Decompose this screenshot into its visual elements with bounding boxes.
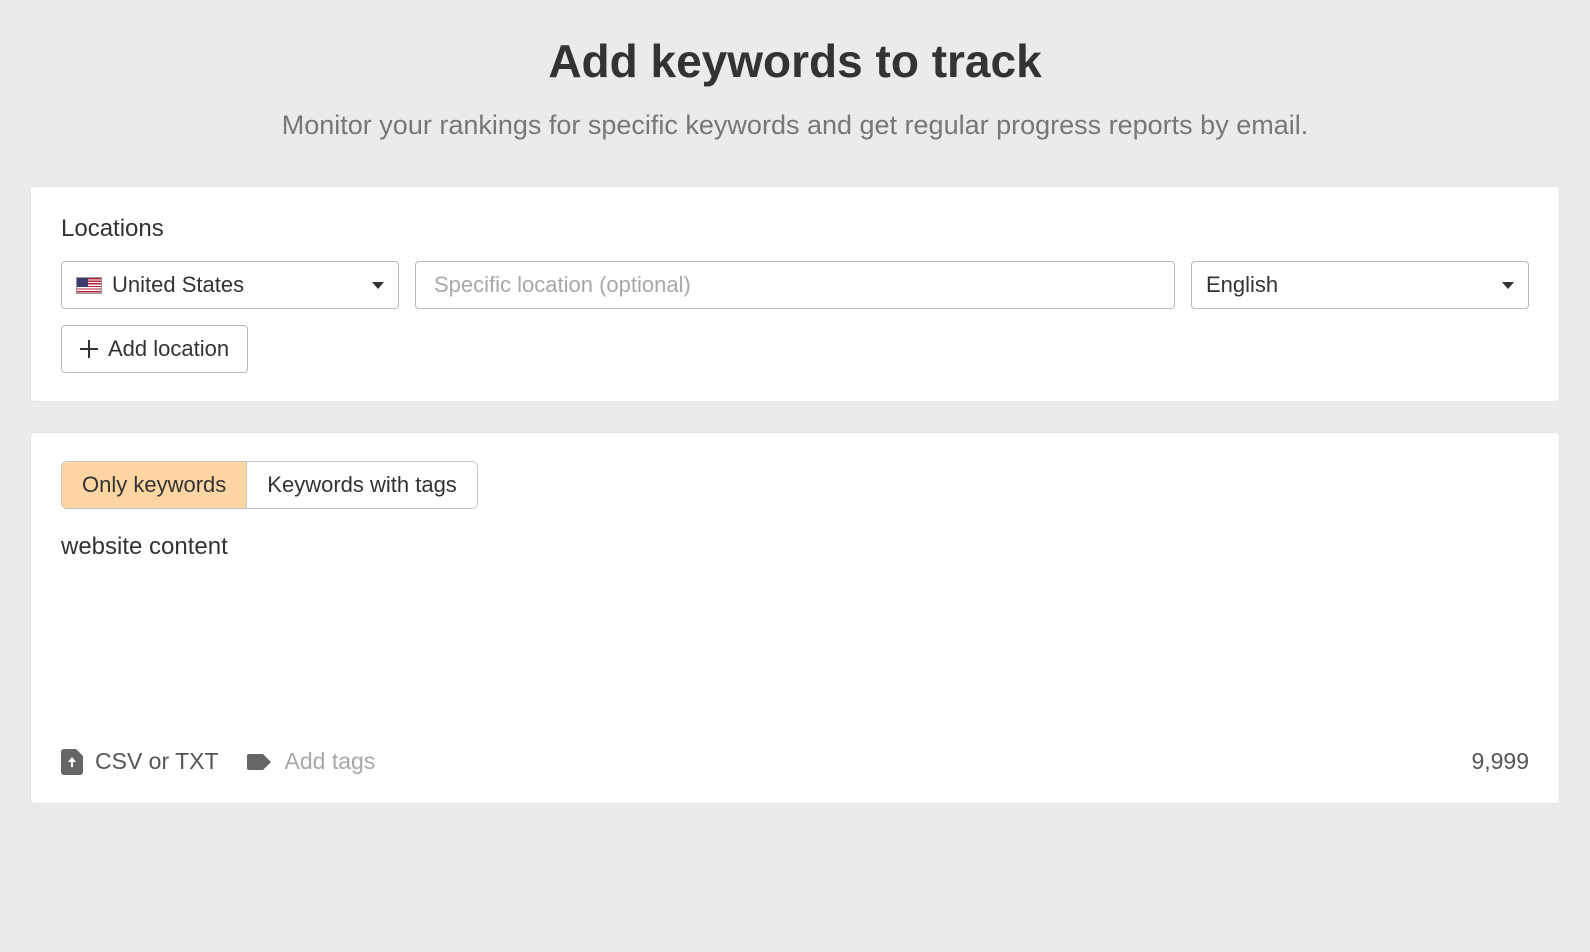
add-tags-label: Add tags <box>285 748 376 775</box>
language-select[interactable]: English <box>1191 261 1529 309</box>
keyword-mode-tabs: Only keywords Keywords with tags <box>61 461 478 509</box>
page-title: Add keywords to track <box>30 34 1560 88</box>
upload-file-label: CSV or TXT <box>95 748 219 775</box>
location-row: United States English <box>61 261 1529 309</box>
file-upload-icon <box>61 749 83 775</box>
country-select[interactable]: United States <box>61 261 399 309</box>
page-subtitle: Monitor your rankings for specific keywo… <box>30 110 1560 141</box>
add-location-label: Add location <box>108 336 229 362</box>
keywords-card: Only keywords Keywords with tags CSV or … <box>30 432 1560 804</box>
locations-label: Locations <box>61 215 1529 243</box>
footer-left: CSV or TXT Add tags <box>61 748 375 775</box>
us-flag-icon <box>76 277 102 294</box>
tab-keywords-with-tags[interactable]: Keywords with tags <box>246 462 477 508</box>
chevron-down-icon <box>372 282 384 289</box>
tag-icon <box>247 752 273 772</box>
add-tags-button[interactable]: Add tags <box>247 748 376 775</box>
plus-icon <box>80 340 98 358</box>
page-header: Add keywords to track Monitor your ranki… <box>30 34 1560 141</box>
specific-location-input[interactable] <box>415 261 1175 309</box>
upload-file-button[interactable]: CSV or TXT <box>61 748 219 775</box>
keywords-textarea[interactable] <box>61 533 1529 733</box>
tab-only-keywords[interactable]: Only keywords <box>62 462 246 508</box>
language-selected-label: English <box>1206 272 1278 298</box>
locations-card: Locations United States English Add loca… <box>30 186 1560 402</box>
keywords-remaining-counter: 9,999 <box>1471 748 1529 775</box>
chevron-down-icon <box>1502 282 1514 289</box>
country-selected-label: United States <box>112 272 244 298</box>
keywords-footer: CSV or TXT Add tags 9,999 <box>61 748 1529 775</box>
add-location-button[interactable]: Add location <box>61 325 248 373</box>
